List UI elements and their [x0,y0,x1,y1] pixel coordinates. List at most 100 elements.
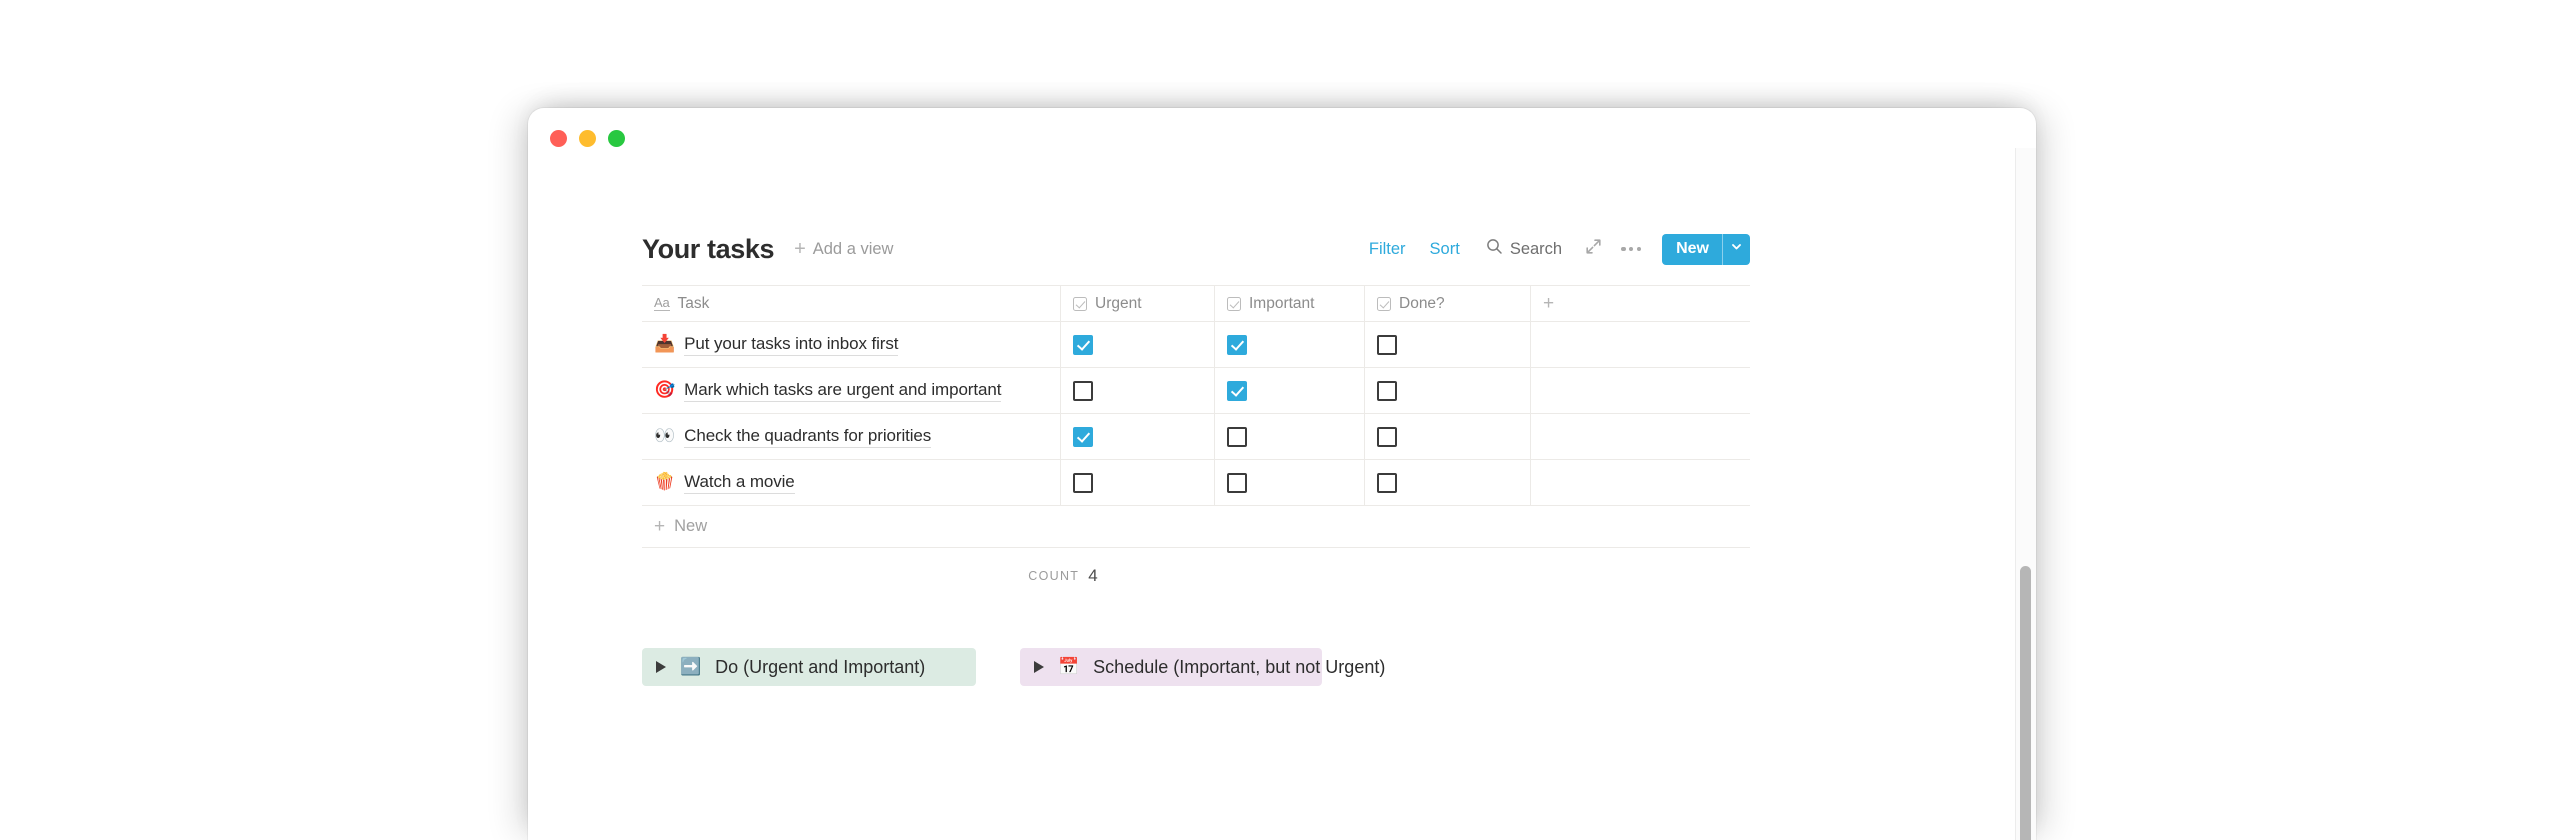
cell-important[interactable] [1215,414,1365,459]
add-a-view-button[interactable]: + Add a view [794,239,893,259]
checkbox-done[interactable] [1377,472,1397,493]
search-icon [1486,238,1503,260]
cell-urgent[interactable] [1061,460,1215,505]
plus-icon: + [654,516,666,537]
chevron-down-icon [1730,240,1743,258]
quadrant-toggles: ➡️ Do (Urgent and Important) 📅 Schedule … [642,648,1750,686]
cell-empty [1531,322,1750,367]
cell-done[interactable] [1365,414,1531,459]
count-footer: COUNT 4 [642,548,1750,604]
inbox-tray-emoji: 📥 [654,334,676,354]
cell-done[interactable] [1365,322,1531,367]
checkbox-urgent[interactable] [1073,380,1093,401]
column-header-important-label: Important [1249,294,1315,312]
count-value: 4 [1088,566,1098,585]
column-header-urgent[interactable]: Urgent [1061,286,1215,321]
filter-button[interactable]: Filter [1357,240,1418,259]
search-label: Search [1509,239,1563,258]
page-title: Your tasks [642,233,775,264]
column-header-urgent-label: Urgent [1095,294,1142,312]
task-title[interactable]: Mark which tasks are urgent and importan… [684,379,1001,403]
task-title[interactable]: Put your tasks into inbox first [684,333,898,357]
eyes-emoji: 👀 [654,426,676,446]
column-header-task[interactable]: Aa Task [642,286,1061,321]
screenshot-canvas: Your tasks + Add a view Filter Sort Sear… [0,0,2560,840]
checkbox-important[interactable] [1227,426,1247,447]
toggle-schedule-label: Schedule (Important, but not Urgent) [1093,656,1386,677]
column-header-done[interactable]: Done? [1365,286,1531,321]
task-title[interactable]: Check the quadrants for priorities [684,425,931,449]
table-row[interactable]: 🎯 Mark which tasks are urgent and importa… [642,368,1750,414]
column-header-important[interactable]: Important [1215,286,1365,321]
text-aa-icon: Aa [654,295,670,311]
page-content: Your tasks + Add a view Filter Sort Sear… [528,108,2015,840]
checkbox-done[interactable] [1377,426,1397,447]
plus-icon: + [1543,292,1555,314]
cell-urgent[interactable] [1061,368,1215,413]
cell-urgent[interactable] [1061,322,1215,367]
triangle-right-icon[interactable] [656,661,666,673]
add-column-button[interactable]: + [1531,286,1750,321]
column-header-done-label: Done? [1399,294,1445,312]
popcorn-emoji: 🍿 [654,472,676,492]
tasks-table: Aa Task Urgent Important Done? + 📥 Put y… [642,285,1750,506]
expand-diagonal-icon [1585,238,1602,260]
table-row[interactable]: 🍿 Watch a movie [642,460,1750,506]
toggle-do-quadrant[interactable]: ➡️ Do (Urgent and Important) [642,648,976,686]
checkbox-done[interactable] [1377,380,1397,401]
calendar-emoji: 📅 [1058,656,1080,677]
checkbox-urgent[interactable] [1073,472,1093,493]
cell-task[interactable]: 📥 Put your tasks into inbox first [642,322,1061,367]
table-body: 📥 Put your tasks into inbox first 🎯 Mark wh… [642,322,1750,506]
sort-button[interactable]: Sort [1418,240,1472,259]
checkbox-urgent[interactable] [1073,426,1093,447]
add-a-view-label: Add a view [812,239,894,258]
triangle-right-icon[interactable] [1034,661,1044,673]
new-record-row[interactable]: + New [642,506,1750,548]
column-header-task-label: Task [677,294,710,312]
vertical-scrollbar-thumb[interactable] [2020,566,2031,840]
more-options-button[interactable] [1616,234,1646,264]
table-row[interactable]: 📥 Put your tasks into inbox first [642,322,1750,368]
expand-button[interactable] [1578,234,1608,264]
vertical-scrollbar-track[interactable] [2015,148,2036,840]
table-header-row: Aa Task Urgent Important Done? + [642,286,1750,322]
table-row[interactable]: 👀 Check the quadrants for priorities [642,414,1750,460]
new-button-dropdown[interactable] [1723,234,1750,265]
task-title[interactable]: Watch a movie [684,471,795,495]
checkbox-important[interactable] [1227,472,1247,493]
right-arrow-emoji: ➡️ [680,656,702,677]
app-window: Your tasks + Add a view Filter Sort Sear… [528,108,2036,840]
cell-empty [1531,460,1750,505]
plus-icon: + [794,238,806,260]
cell-done[interactable] [1365,460,1531,505]
new-button-label: New [1676,240,1709,257]
cell-task[interactable]: 👀 Check the quadrants for priorities [642,414,1061,459]
toggle-schedule-quadrant[interactable]: 📅 Schedule (Important, but not Urgent) [1020,648,1385,686]
new-button[interactable]: New [1662,233,1750,265]
count-label: COUNT [1028,569,1080,583]
checkbox-icon [1377,296,1391,311]
toggle-do-label: Do (Urgent and Important) [715,656,926,677]
new-record-label: New [674,517,708,535]
table-header: Aa Task Urgent Important Done? + [642,286,1750,322]
checkbox-urgent[interactable] [1073,334,1093,355]
database-header: Your tasks + Add a view Filter Sort Sear… [642,229,1750,269]
checkbox-important[interactable] [1227,334,1247,355]
checkbox-important[interactable] [1227,380,1247,401]
checkbox-icon [1227,296,1241,311]
dart-emoji: 🎯 [654,380,676,400]
ellipsis-icon [1621,246,1641,252]
cell-important[interactable] [1215,322,1365,367]
cell-task[interactable]: 🍿 Watch a movie [642,460,1061,505]
cell-important[interactable] [1215,460,1365,505]
cell-empty [1531,368,1750,413]
cell-urgent[interactable] [1061,414,1215,459]
checkbox-done[interactable] [1377,334,1397,355]
cell-empty [1531,414,1750,459]
cell-important[interactable] [1215,368,1365,413]
header-actions: Filter Sort Search New [1357,233,1750,265]
search-button[interactable]: Search [1472,238,1574,260]
cell-task[interactable]: 🎯 Mark which tasks are urgent and importa… [642,368,1061,413]
cell-done[interactable] [1365,368,1531,413]
